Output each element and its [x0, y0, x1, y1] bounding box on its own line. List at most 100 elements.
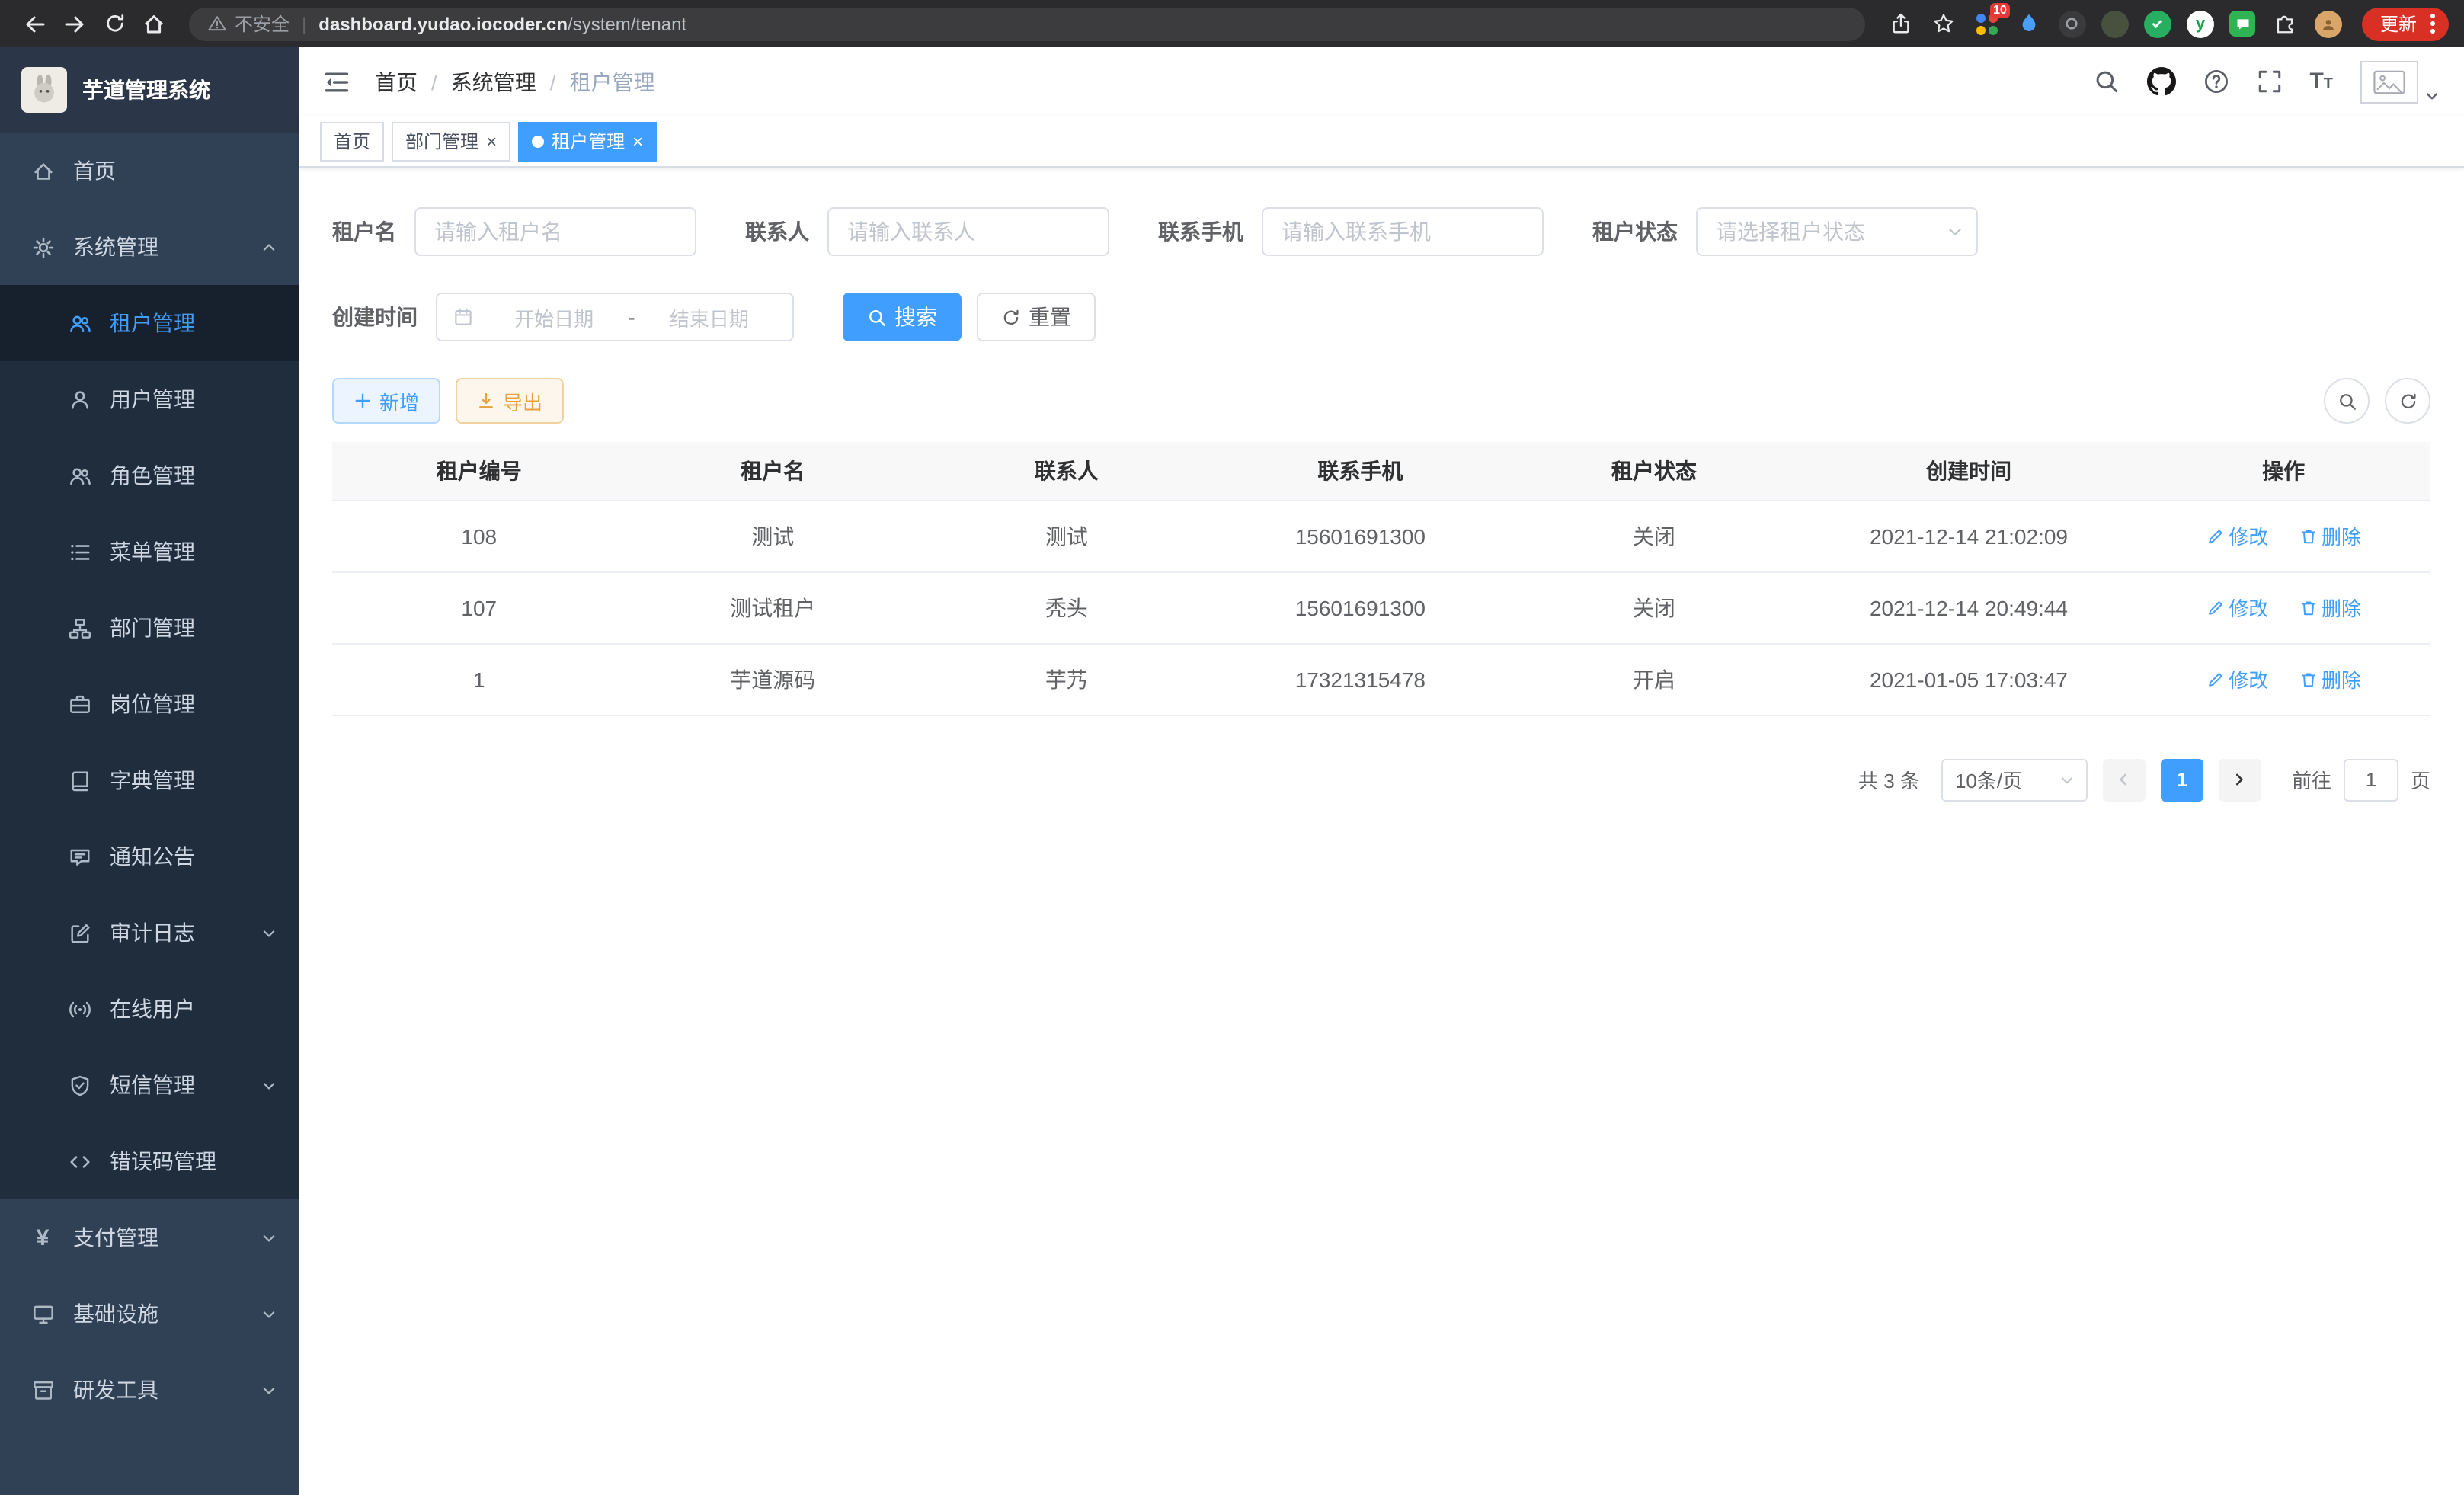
- github-icon[interactable]: [2146, 67, 2175, 96]
- sidebar-item-dev-tools[interactable]: 研发工具: [0, 1352, 299, 1428]
- breadcrumb-home[interactable]: 首页: [375, 66, 418, 97]
- extension-dark-olive-icon[interactable]: [2098, 7, 2132, 40]
- sidebar-item-menus[interactable]: 菜单管理: [0, 514, 299, 590]
- share-icon[interactable]: [1885, 7, 1918, 40]
- sidebar-item-online-users[interactable]: 在线用户: [0, 971, 299, 1047]
- col-tenant-name: 租户名: [626, 442, 920, 500]
- bookmark-star-icon[interactable]: [1928, 7, 1961, 40]
- help-icon[interactable]: [2203, 69, 2229, 94]
- delete-button[interactable]: 删除: [2299, 593, 2361, 622]
- sidebar-item-system[interactable]: 系统管理: [0, 209, 299, 285]
- browser-forward-button[interactable]: [55, 4, 94, 43]
- cell-status: 关闭: [1507, 571, 1801, 643]
- status-select-input[interactable]: [1696, 207, 1978, 256]
- page-number-1[interactable]: 1: [2161, 758, 2203, 801]
- tab-close-icon[interactable]: ×: [486, 132, 497, 150]
- sidebar-item-label: 错误码管理: [110, 1146, 216, 1176]
- browser-home-button[interactable]: [134, 4, 174, 43]
- sidebar-item-posts[interactable]: 岗位管理: [0, 666, 299, 742]
- goto-page-input[interactable]: [2344, 758, 2398, 801]
- app-shell: 芋道管理系统 首页 系统管理 租户管理 用户管理 角色管理: [0, 47, 2464, 1495]
- user-avatar[interactable]: [2360, 60, 2440, 103]
- sidebar-item-label: 菜单管理: [110, 536, 195, 567]
- sidebar-item-label: 短信管理: [110, 1070, 195, 1100]
- sidebar-item-label: 研发工具: [73, 1375, 158, 1405]
- sidebar-item-audit-log[interactable]: 审计日志: [0, 895, 299, 971]
- profile-avatar-icon[interactable]: [2312, 7, 2345, 40]
- tenants-icon: [67, 312, 91, 335]
- header-search-icon[interactable]: [2093, 69, 2119, 94]
- url-path: /system/tenant: [568, 13, 686, 34]
- sidebar-item-notices[interactable]: 通知公告: [0, 818, 299, 895]
- fullscreen-icon[interactable]: [2256, 69, 2282, 94]
- sidebar-item-error-codes[interactable]: 错误码管理: [0, 1123, 299, 1199]
- tab-tenant[interactable]: 租户管理 ×: [518, 121, 657, 161]
- extension-y-circle-icon[interactable]: y: [2184, 7, 2217, 40]
- sidebar-item-roles[interactable]: 角色管理: [0, 437, 299, 514]
- page-unit-label: 页: [2411, 765, 2430, 794]
- next-page-button[interactable]: [2219, 758, 2261, 801]
- extension-green-circle-icon[interactable]: [2141, 7, 2174, 40]
- font-size-icon[interactable]: TT: [2309, 70, 2333, 93]
- sidebar-item-sms[interactable]: 短信管理: [0, 1047, 299, 1123]
- extension-dark-ring-icon[interactable]: [2056, 7, 2089, 40]
- edit-button[interactable]: 修改: [2206, 521, 2268, 550]
- tab-label: 部门管理: [405, 128, 478, 154]
- extension-green-chat-icon[interactable]: [2226, 7, 2260, 40]
- search-button-label: 搜索: [894, 302, 937, 332]
- tenant-name-input[interactable]: [414, 207, 696, 256]
- yen-icon: ¥: [30, 1226, 55, 1249]
- extensions-puzzle-icon[interactable]: [2269, 7, 2302, 40]
- sidebar-item-users[interactable]: 用户管理: [0, 361, 299, 437]
- sidebar-item-tenant[interactable]: 租户管理: [0, 285, 299, 361]
- extension-blue-drop-icon[interactable]: [2013, 7, 2046, 40]
- sidebar-item-label: 字典管理: [110, 765, 195, 796]
- refresh-table-icon[interactable]: [2385, 378, 2430, 424]
- cell-tenant-name: 测试: [626, 500, 920, 571]
- delete-button[interactable]: 删除: [2299, 664, 2361, 693]
- contact-input[interactable]: [827, 207, 1109, 256]
- page-size-select[interactable]: 10条/页: [1941, 758, 2088, 801]
- tab-departments[interactable]: 部门管理 ×: [392, 121, 510, 161]
- status-select[interactable]: [1696, 207, 1978, 256]
- sidebar-item-payment[interactable]: ¥ 支付管理: [0, 1199, 299, 1276]
- reset-button[interactable]: 重置: [977, 293, 1096, 341]
- extension-dots-badge-icon[interactable]: 10: [1970, 7, 2004, 40]
- filter-tenant-name: 租户名: [332, 207, 696, 256]
- edit-button[interactable]: 修改: [2206, 593, 2268, 622]
- sidebar-item-label: 在线用户: [110, 994, 195, 1024]
- tab-home[interactable]: 首页: [320, 121, 384, 161]
- browser-menu-icon[interactable]: [2426, 14, 2440, 34]
- date-range-picker[interactable]: 开始日期 - 结束日期: [436, 293, 794, 341]
- phone-input[interactable]: [1262, 207, 1544, 256]
- export-button[interactable]: 导出: [456, 378, 564, 424]
- toggle-search-icon[interactable]: [2324, 378, 2370, 424]
- sidebar-item-label: 角色管理: [110, 460, 195, 491]
- delete-button[interactable]: 删除: [2299, 521, 2361, 550]
- table-row: 108 测试 测试 15601691300 关闭 2021-12-14 21:0…: [332, 500, 2430, 571]
- breadcrumb-system[interactable]: 系统管理: [451, 66, 536, 97]
- cell-phone: 17321315478: [1214, 643, 1508, 715]
- search-button[interactable]: 搜索: [843, 293, 962, 341]
- cell-contact: 测试: [920, 500, 1214, 571]
- export-button-label: 导出: [503, 386, 542, 415]
- start-date-placeholder: 开始日期: [486, 303, 622, 331]
- chevron-down-icon: [261, 1381, 277, 1398]
- url-host: dashboard.yudao.iocoder.cn: [318, 13, 568, 34]
- address-bar[interactable]: 不安全 | dashboard.yudao.iocoder.cn /system…: [189, 7, 1865, 40]
- prev-page-button[interactable]: [2103, 758, 2146, 801]
- sidebar-item-home[interactable]: 首页: [0, 133, 299, 209]
- sidebar-collapse-icon[interactable]: [323, 68, 350, 95]
- edit-button[interactable]: 修改: [2206, 664, 2268, 693]
- add-button[interactable]: 新增: [332, 378, 440, 424]
- app-logo[interactable]: 芋道管理系统: [0, 47, 299, 133]
- sidebar-item-infrastructure[interactable]: 基础设施: [0, 1276, 299, 1352]
- sidebar-item-departments[interactable]: 部门管理: [0, 590, 299, 666]
- sidebar-item-dictionary[interactable]: 字典管理: [0, 742, 299, 818]
- browser-refresh-button[interactable]: [94, 4, 134, 43]
- browser-back-button[interactable]: [15, 4, 55, 43]
- cell-contact: 秃头: [920, 571, 1214, 643]
- cell-phone: 15601691300: [1214, 500, 1508, 571]
- tab-close-icon[interactable]: ×: [632, 132, 643, 150]
- chrome-update-button[interactable]: 更新: [2362, 7, 2449, 40]
